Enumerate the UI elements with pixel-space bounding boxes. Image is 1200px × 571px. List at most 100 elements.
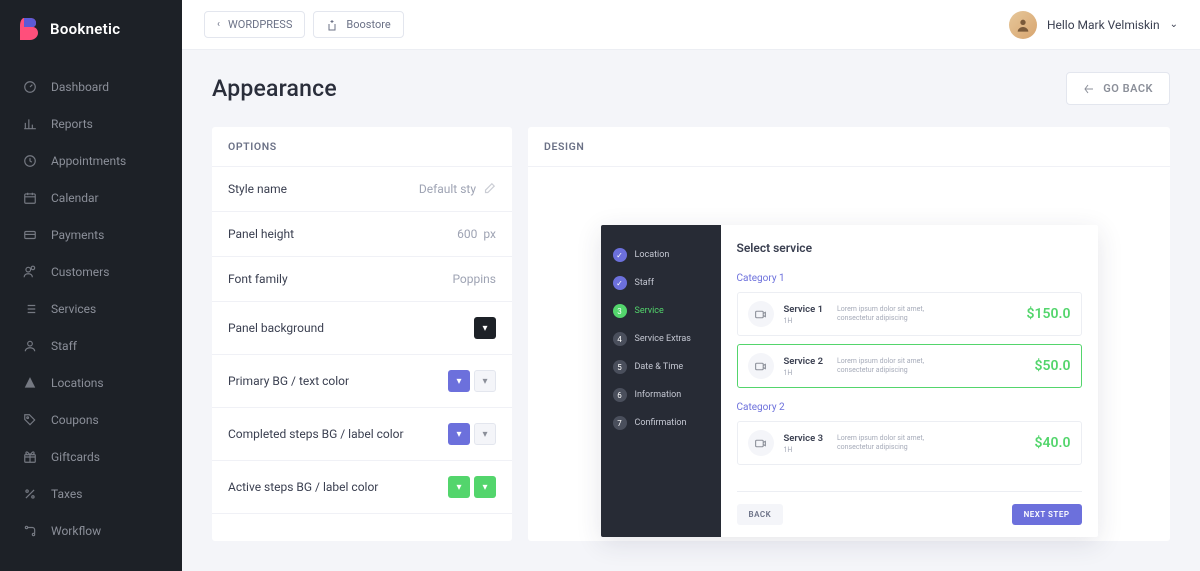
chevron-down-icon: ▾	[456, 429, 461, 440]
step-label: Service Extras	[635, 334, 691, 344]
go-back-label: GO BACK	[1103, 82, 1153, 95]
option-primary-bg: Primary BG / text color ▾ ▾	[212, 355, 512, 408]
service-name: Service 3	[784, 433, 824, 444]
nav-calendar[interactable]: Calendar	[0, 179, 182, 216]
opt-value: Poppins	[452, 272, 496, 286]
color-picker-button[interactable]: ▾	[448, 370, 470, 392]
step-label: Information	[635, 390, 682, 400]
options-header: OPTIONS	[212, 127, 512, 167]
nav-coupons[interactable]: Coupons	[0, 401, 182, 438]
nav-label: Customers	[51, 265, 109, 279]
color-picker-button[interactable]: ▾	[448, 423, 470, 445]
nav-label: Giftcards	[51, 450, 100, 464]
chevron-down-icon: ⌄	[1170, 19, 1178, 30]
option-active-bg: Active steps BG / label color ▾ ▾	[212, 461, 512, 514]
service-card[interactable]: Service 21H Lorem ipsum dolor sit amet, …	[737, 344, 1082, 388]
nav-dashboard[interactable]: Dashboard	[0, 68, 182, 105]
option-panel-bg: Panel background ▾	[212, 302, 512, 355]
service-icon	[748, 430, 774, 456]
service-card[interactable]: Service 11H Lorem ipsum dolor sit amet, …	[737, 292, 1082, 336]
nav-label: Calendar	[51, 191, 99, 205]
option-style-name: Style name Default sty	[212, 167, 512, 212]
avatar	[1009, 11, 1037, 39]
breadcrumb-current[interactable]: Boostore	[313, 11, 403, 38]
step-label: Date & Time	[635, 362, 684, 372]
preview-steps: ✓Location ✓Staff 3Service 4 Service Extra…	[601, 225, 721, 537]
service-name: Service 2	[784, 356, 824, 367]
option-panel-height: Panel height 600 px	[212, 212, 512, 257]
color-picker-button[interactable]: ▾	[474, 423, 496, 445]
preview-next-button[interactable]: NEXT STEP	[1012, 504, 1082, 525]
preview-step-confirmation[interactable]: 7Confirmation	[611, 409, 711, 437]
step-num-icon: 4	[613, 332, 627, 346]
options-panel: OPTIONS Style name Default sty Panel hei…	[212, 127, 512, 541]
breadcrumb-label: Boostore	[346, 18, 390, 31]
step-num-icon: 6	[613, 388, 627, 402]
list-icon	[22, 301, 37, 316]
preview-step-staff[interactable]: ✓Staff	[611, 269, 711, 297]
preview-step-location[interactable]: ✓Location	[611, 241, 711, 269]
user-menu[interactable]: Hello Mark Velmiskin ⌄	[1009, 11, 1178, 39]
logo-mark-icon	[20, 18, 40, 40]
color-picker-button[interactable]: ▾	[474, 317, 496, 339]
chevron-down-icon: ▾	[482, 376, 487, 387]
nav-workflow[interactable]: Workflow	[0, 512, 182, 549]
calendar-icon	[22, 190, 37, 205]
nav-appointments[interactable]: Appointments	[0, 142, 182, 179]
tag-icon	[22, 412, 37, 427]
nav-services[interactable]: Services	[0, 290, 182, 327]
user-icon	[22, 338, 37, 353]
nav-label: Payments	[51, 228, 104, 242]
chevron-down-icon: ▾	[482, 323, 487, 334]
service-sub: 1H	[784, 369, 824, 377]
preview-back-button[interactable]: BACK	[737, 504, 784, 525]
nav-locations[interactable]: Locations	[0, 364, 182, 401]
opt-label: Completed steps BG / label color	[228, 427, 404, 441]
step-num-icon: 7	[613, 416, 627, 430]
preview-title: Select service	[737, 241, 1082, 255]
step-label: Service	[635, 306, 664, 316]
color-picker-button[interactable]: ▾	[448, 476, 470, 498]
nav-label: Locations	[51, 376, 104, 390]
percent-icon	[22, 486, 37, 501]
opt-label: Style name	[228, 182, 287, 196]
preview-step-information[interactable]: 6 Information	[611, 381, 711, 409]
clock-icon	[22, 153, 37, 168]
service-price: $50.0	[1035, 358, 1071, 374]
nav-giftcards[interactable]: Giftcards	[0, 438, 182, 475]
nav-label: Appointments	[51, 154, 126, 168]
color-picker-button[interactable]: ▾	[474, 370, 496, 392]
preview-step-datetime[interactable]: 5Date & Time	[611, 353, 711, 381]
nav-payments[interactable]: Payments	[0, 216, 182, 253]
color-picker-button[interactable]: ▾	[474, 476, 496, 498]
opt-label: Panel height	[228, 227, 294, 241]
breadcrumb-label: WORDPRESS	[228, 18, 292, 31]
service-sub: 1H	[784, 446, 824, 454]
nav-staff[interactable]: Staff	[0, 327, 182, 364]
service-card[interactable]: Service 31H Lorem ipsum dolor sit amet, …	[737, 421, 1082, 465]
nav: Dashboard Reports Appointments Calendar …	[0, 58, 182, 549]
nav-taxes[interactable]: Taxes	[0, 475, 182, 512]
service-price: $40.0	[1035, 435, 1071, 451]
go-back-button[interactable]: GO BACK	[1066, 72, 1170, 105]
opt-label: Font family	[228, 272, 288, 286]
gauge-icon	[22, 79, 37, 94]
preview-step-extras[interactable]: 4 Service Extras	[611, 325, 711, 353]
service-icon	[748, 301, 774, 327]
service-name: Service 1	[784, 304, 824, 315]
chevron-left-icon: ‹	[217, 19, 220, 30]
edit-icon[interactable]	[482, 182, 496, 196]
nav-reports[interactable]: Reports	[0, 105, 182, 142]
opt-unit: px	[483, 227, 496, 241]
nav-customers[interactable]: Customers	[0, 253, 182, 290]
breadcrumb-root[interactable]: ‹ WORDPRESS	[204, 11, 305, 38]
option-font-family: Font family Poppins	[212, 257, 512, 302]
design-panel: DESIGN ✓Location ✓Staff 3Service 4Servic…	[528, 127, 1170, 541]
preview-step-service[interactable]: 3Service	[611, 297, 711, 325]
nav-label: Taxes	[51, 487, 82, 501]
chevron-down-icon: ▾	[482, 429, 487, 440]
topbar: ‹ WORDPRESS Boostore Hello Mark Velmiski…	[182, 0, 1200, 50]
page-title: Appearance	[212, 75, 337, 102]
opt-value: 600	[457, 227, 477, 241]
opt-label: Panel background	[228, 321, 324, 335]
